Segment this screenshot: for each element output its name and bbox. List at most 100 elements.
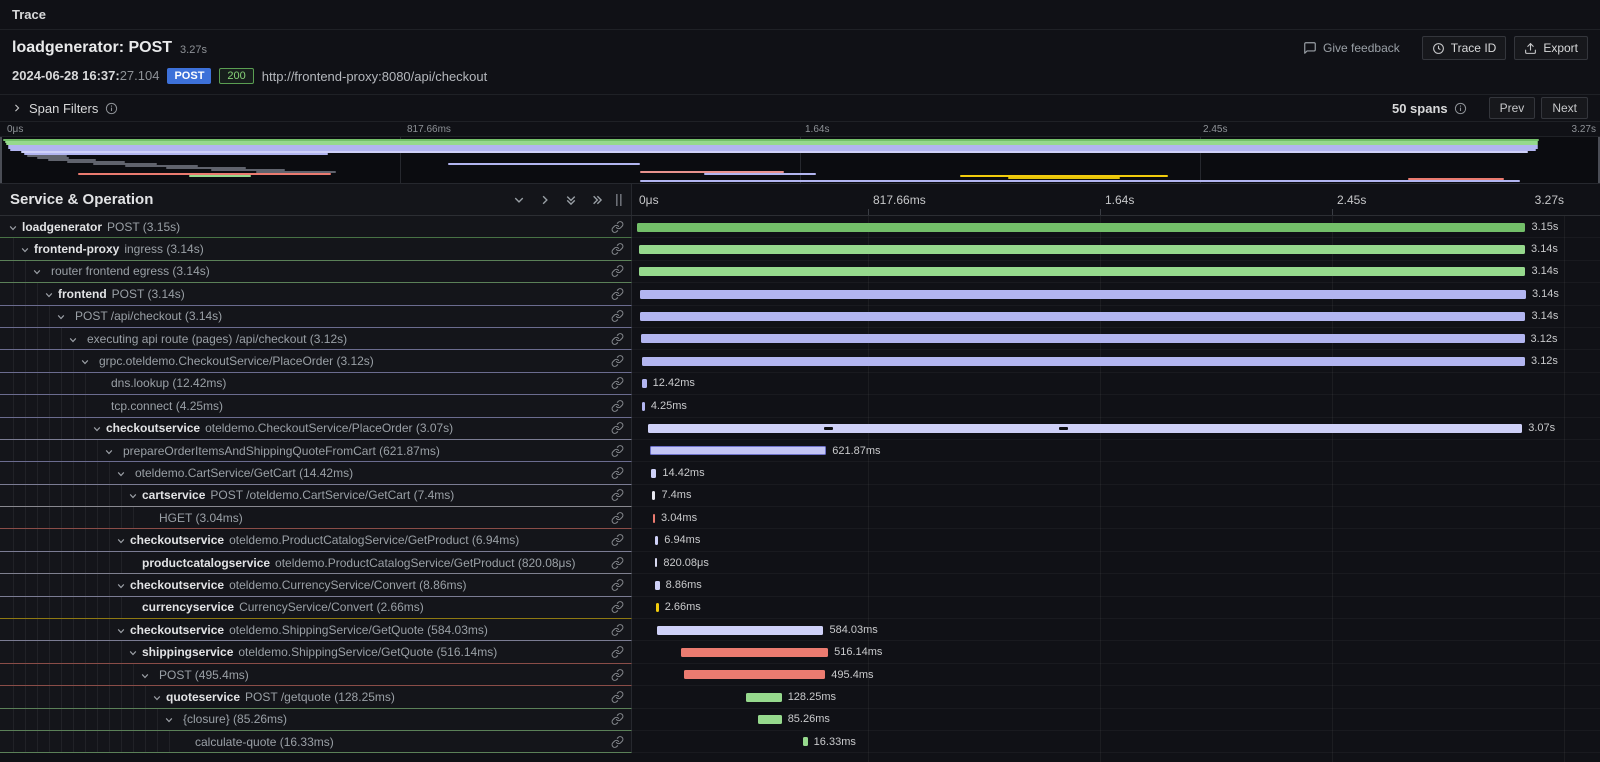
span-toggle[interactable]: [116, 467, 130, 479]
span-bar[interactable]: [652, 491, 656, 500]
chevron-down-icon[interactable]: [68, 335, 78, 345]
span-bar[interactable]: [639, 267, 1525, 276]
span-row[interactable]: calculate-quote (16.33ms) 16.33ms: [0, 731, 1600, 753]
span-toggle[interactable]: [104, 445, 118, 457]
minimap-left-handle[interactable]: [0, 137, 2, 183]
export-button[interactable]: Export: [1514, 36, 1588, 60]
span-row[interactable]: executing api route (pages) /api/checkou…: [0, 328, 1600, 350]
span-row[interactable]: frontend-proxy ingress (3.14s) 3.14s: [0, 238, 1600, 260]
span-link-icon[interactable]: [611, 489, 624, 502]
span-link-icon[interactable]: [611, 287, 624, 300]
span-bar[interactable]: [650, 446, 826, 455]
span-link-icon[interactable]: [611, 377, 624, 390]
span-toggle[interactable]: [152, 691, 166, 703]
span-bar[interactable]: [746, 693, 782, 702]
minimap-canvas[interactable]: [0, 136, 1600, 184]
span-bar[interactable]: [655, 581, 659, 590]
chevron-down-icon[interactable]: [128, 491, 138, 501]
span-toggle[interactable]: [116, 534, 130, 546]
chevron-down-icon[interactable]: [32, 267, 42, 277]
span-row[interactable]: checkoutservice oteldemo.CheckoutService…: [0, 418, 1600, 440]
chevron-down-icon[interactable]: [116, 536, 126, 546]
span-row[interactable]: checkoutservice oteldemo.ProductCatalogS…: [0, 529, 1600, 551]
span-toggle[interactable]: [128, 646, 142, 658]
span-bar[interactable]: [653, 514, 655, 523]
span-link-icon[interactable]: [611, 511, 624, 524]
span-link-icon[interactable]: [611, 310, 624, 323]
chevron-down-icon[interactable]: [152, 693, 162, 703]
chevron-down-icon[interactable]: [116, 626, 126, 636]
span-row[interactable]: tcp.connect (4.25ms) 4.25ms: [0, 395, 1600, 417]
span-link-icon[interactable]: [611, 355, 624, 368]
span-link-icon[interactable]: [611, 422, 624, 435]
span-link-icon[interactable]: [611, 713, 624, 726]
span-link-icon[interactable]: [611, 668, 624, 681]
next-button[interactable]: Next: [1541, 97, 1588, 119]
span-bar[interactable]: [651, 469, 657, 478]
span-toggle[interactable]: [32, 265, 46, 277]
span-toggle[interactable]: [92, 422, 106, 434]
span-row[interactable]: checkoutservice oteldemo.CurrencyService…: [0, 574, 1600, 596]
span-toggle[interactable]: [164, 713, 178, 725]
span-toggle[interactable]: [80, 355, 94, 367]
span-bar[interactable]: [655, 558, 657, 567]
span-bar[interactable]: [641, 334, 1524, 343]
span-bar[interactable]: [640, 290, 1526, 299]
span-link-icon[interactable]: [611, 265, 624, 278]
span-link-icon[interactable]: [611, 444, 624, 457]
expand-one-icon[interactable]: [539, 194, 551, 206]
span-row[interactable]: POST /api/checkout (3.14s) 3.14s: [0, 306, 1600, 328]
span-row[interactable]: checkoutservice oteldemo.ShippingService…: [0, 619, 1600, 641]
span-toggle[interactable]: [44, 288, 58, 300]
span-link-icon[interactable]: [611, 646, 624, 659]
chevron-down-icon[interactable]: [164, 715, 174, 725]
span-row[interactable]: shippingservice oteldemo.ShippingService…: [0, 641, 1600, 663]
span-link-icon[interactable]: [611, 399, 624, 412]
give-feedback-link[interactable]: Give feedback: [1303, 41, 1400, 55]
chevron-down-icon[interactable]: [8, 223, 18, 233]
span-bar[interactable]: [656, 603, 658, 612]
chevron-down-icon[interactable]: [104, 447, 114, 457]
span-filters-toggle[interactable]: Span Filters: [12, 101, 118, 116]
span-row[interactable]: quoteservice POST /getquote (128.25ms) 1…: [0, 686, 1600, 708]
span-row[interactable]: router frontend egress (3.14s) 3.14s: [0, 261, 1600, 283]
span-link-icon[interactable]: [611, 220, 624, 233]
span-bar[interactable]: [639, 245, 1525, 254]
span-row[interactable]: {closure} (85.26ms) 85.26ms: [0, 709, 1600, 731]
span-link-icon[interactable]: [611, 556, 624, 569]
span-bar[interactable]: [640, 312, 1525, 321]
span-bar[interactable]: [803, 737, 808, 746]
span-link-icon[interactable]: [611, 623, 624, 636]
chevron-down-icon[interactable]: [116, 469, 126, 479]
span-toggle[interactable]: [116, 624, 130, 636]
chevron-down-icon[interactable]: [116, 581, 126, 591]
column-resize-grip[interactable]: [615, 193, 623, 207]
span-row[interactable]: POST (495.4ms) 495.4ms: [0, 664, 1600, 686]
span-row[interactable]: currencyservice CurrencyService/Convert …: [0, 597, 1600, 619]
span-bar[interactable]: [642, 402, 645, 411]
chevron-down-icon[interactable]: [140, 671, 150, 681]
span-link-icon[interactable]: [611, 332, 624, 345]
span-bar[interactable]: [684, 670, 825, 679]
span-toggle[interactable]: [56, 310, 70, 322]
span-row[interactable]: dns.lookup (12.42ms) 12.42ms: [0, 373, 1600, 395]
span-toggle[interactable]: [20, 243, 34, 255]
span-bar[interactable]: [681, 648, 828, 657]
span-toggle[interactable]: [116, 579, 130, 591]
span-row[interactable]: productcatalogservice oteldemo.ProductCa…: [0, 552, 1600, 574]
span-bar[interactable]: [657, 626, 823, 635]
span-toggle[interactable]: [68, 333, 82, 345]
prev-button[interactable]: Prev: [1489, 97, 1536, 119]
chevron-down-icon[interactable]: [92, 424, 102, 434]
trace-id-button[interactable]: Trace ID: [1422, 36, 1507, 60]
chevron-down-icon[interactable]: [128, 648, 138, 658]
span-row[interactable]: frontend POST (3.14s) 3.14s: [0, 283, 1600, 305]
span-link-icon[interactable]: [611, 466, 624, 479]
span-bar[interactable]: [642, 357, 1525, 366]
span-bar[interactable]: [637, 223, 1525, 232]
span-link-icon[interactable]: [611, 243, 624, 256]
span-link-icon[interactable]: [611, 578, 624, 591]
span-toggle[interactable]: [140, 669, 154, 681]
chevron-down-icon[interactable]: [44, 290, 54, 300]
chevron-down-icon[interactable]: [80, 357, 90, 367]
